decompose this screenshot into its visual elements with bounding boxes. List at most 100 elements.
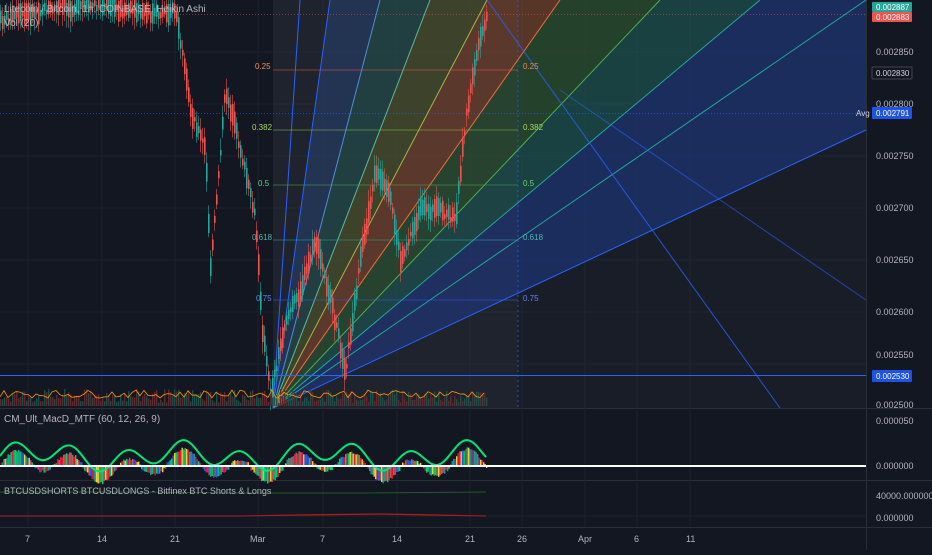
macd-bar <box>112 466 114 475</box>
candle <box>468 95 470 113</box>
macd-bar <box>270 466 272 482</box>
volume-bar <box>126 401 128 406</box>
macd-bar <box>178 451 180 466</box>
macd-bar <box>453 458 455 466</box>
macd-bar <box>291 456 293 466</box>
macd-bar <box>381 466 383 482</box>
candle <box>472 67 474 85</box>
volume-bar <box>474 394 476 406</box>
price-axis[interactable]: 0.002850 0.002800 0.002750 0.002700 0.00… <box>876 47 914 410</box>
candle <box>386 180 388 197</box>
volume-bar <box>416 395 418 406</box>
macd-legend[interactable]: CM_Ult_MacD_MTF (60, 12, 26, 9) <box>4 414 160 425</box>
candle <box>322 263 324 272</box>
volume-bar <box>200 392 202 406</box>
candle <box>332 297 334 314</box>
macd-bar <box>277 466 279 477</box>
candle <box>448 204 450 220</box>
macd-bar <box>18 449 20 466</box>
symbol-legend[interactable]: Litecoin / Bitcoin, 1h, COINBASE, Heikin… <box>4 4 206 15</box>
volume-bar <box>356 399 358 406</box>
volume-bar <box>368 401 370 406</box>
volume-bar <box>288 393 290 406</box>
macd-bar <box>288 458 290 466</box>
candle <box>186 68 188 91</box>
candle <box>266 356 268 367</box>
volume-bar <box>444 396 446 406</box>
volume-bar <box>130 396 132 406</box>
volume-bar <box>318 399 320 406</box>
volume-bar <box>134 397 136 406</box>
macd-bar <box>462 450 464 466</box>
volume-bar <box>204 400 206 406</box>
macd-bar <box>171 458 173 466</box>
candle <box>370 196 372 209</box>
macd-bar <box>345 454 347 466</box>
volume-bar <box>256 396 258 406</box>
volume-bar <box>52 397 54 406</box>
macd-bar <box>69 452 71 466</box>
candle <box>238 141 240 148</box>
candle <box>206 163 208 182</box>
candle <box>268 371 270 381</box>
macd-bar <box>459 451 461 466</box>
macd-bar <box>177 451 179 466</box>
volume-bar <box>82 401 84 406</box>
volume-bar <box>214 402 216 406</box>
candle <box>430 206 432 221</box>
macd-bar <box>21 451 23 466</box>
volume-bar <box>408 391 410 406</box>
candle <box>208 213 210 234</box>
volume-bar <box>226 401 228 406</box>
macd-bar <box>109 466 111 477</box>
macd-bar <box>394 466 396 475</box>
volume-bar <box>12 393 14 406</box>
candle <box>320 249 322 269</box>
candle <box>358 267 360 274</box>
macd-bar <box>463 450 465 466</box>
macd-bar <box>64 454 66 466</box>
volume-bar <box>66 395 68 406</box>
volume-bar <box>434 391 436 406</box>
candle <box>446 209 448 218</box>
macd-bar <box>289 458 291 466</box>
volume-bar <box>406 401 408 406</box>
time-label: 14 <box>392 534 402 544</box>
candle <box>264 335 266 352</box>
macd-bar <box>213 466 215 478</box>
candle <box>484 19 486 32</box>
candle <box>422 199 424 216</box>
macd-bar <box>184 448 186 466</box>
chart-canvas[interactable]: 0.25 0.382 0.5 0.618 0.75 0.25 0.382 0.5… <box>0 0 932 550</box>
volume-bar <box>486 397 488 406</box>
current-price-tag-text: 0.002883 <box>876 13 910 22</box>
fib-label-left: 0.25 <box>255 62 271 71</box>
volume-bar <box>60 398 62 406</box>
macd-bar <box>441 466 443 475</box>
volume-bar <box>206 390 208 406</box>
macd-bar <box>354 453 356 466</box>
volume-bar <box>362 399 364 406</box>
shorts-legend[interactable]: BTCUSDSHORTS BTCUSDLONGS - Bitfinex BTC … <box>4 486 271 496</box>
candle <box>306 263 308 274</box>
candle <box>378 168 380 180</box>
time-axis[interactable]: 7 14 21 Mar 7 14 21 26 Apr 6 11 <box>25 534 695 544</box>
volume-bar <box>396 389 398 406</box>
macd-bar <box>474 450 476 466</box>
candle <box>274 369 276 377</box>
volume-bar <box>322 397 324 406</box>
fib-label-right: 0.382 <box>523 123 544 132</box>
volume-bar <box>26 400 28 406</box>
avg-label: Avg <box>856 109 870 118</box>
volume-bar <box>462 400 464 406</box>
volume-bar <box>38 395 40 406</box>
candle <box>348 342 350 349</box>
candle <box>298 289 300 307</box>
volume-legend[interactable]: Vol (20) <box>4 18 38 29</box>
macd-bar <box>339 458 341 466</box>
macd-tick: 0.000050 <box>876 416 914 426</box>
chart-area[interactable]: 0.25 0.382 0.5 0.618 0.75 0.25 0.382 0.5… <box>0 0 932 550</box>
candle <box>464 131 466 136</box>
candle <box>236 122 238 139</box>
candle <box>196 122 198 137</box>
